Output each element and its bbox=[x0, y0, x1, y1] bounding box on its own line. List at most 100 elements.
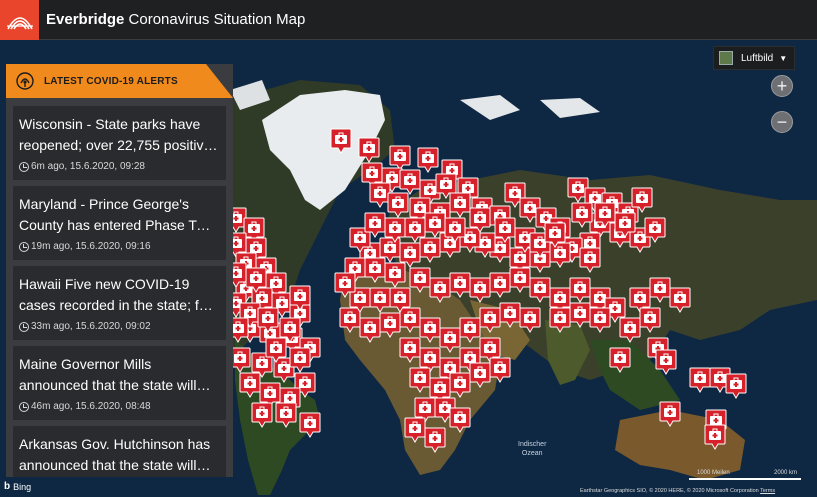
alert-pin[interactable] bbox=[544, 222, 566, 248]
alert-pin[interactable] bbox=[364, 257, 386, 283]
alert-pin[interactable] bbox=[509, 267, 531, 293]
alert-pin[interactable] bbox=[529, 277, 551, 303]
alert-pin[interactable] bbox=[649, 277, 671, 303]
medical-case-icon bbox=[359, 317, 381, 343]
aerial-thumbnail-icon bbox=[719, 51, 733, 65]
ocean-label-line1: Indischer bbox=[518, 441, 547, 448]
alert-text: Arkansas Gov. Hutchinson has announced t… bbox=[19, 436, 211, 473]
medical-case-icon bbox=[659, 401, 681, 427]
alert-pin[interactable] bbox=[609, 347, 631, 373]
alert-pin[interactable] bbox=[549, 307, 571, 333]
alerts-panel: LATEST COVID-19 ALERTS Wisconsin - State… bbox=[6, 64, 233, 477]
alert-pin[interactable] bbox=[419, 317, 441, 343]
alert-pin[interactable] bbox=[424, 212, 446, 238]
alert-pin[interactable] bbox=[469, 207, 491, 233]
medical-case-icon bbox=[549, 307, 571, 333]
zoom-in-button[interactable]: + bbox=[771, 75, 793, 97]
alert-pin[interactable] bbox=[364, 212, 386, 238]
alert-pin[interactable] bbox=[459, 317, 481, 343]
alert-pin[interactable] bbox=[334, 272, 356, 298]
alert-pin[interactable] bbox=[619, 317, 641, 343]
alert-text: Hawaii Five new COVID-19 cases recorded … bbox=[19, 276, 212, 313]
alert-pin[interactable] bbox=[449, 272, 471, 298]
alert-item[interactable]: Maine Governor Mills announced that the … bbox=[13, 346, 226, 420]
alert-pin[interactable] bbox=[489, 272, 511, 298]
medical-case-icon bbox=[245, 267, 267, 293]
alert-pin[interactable] bbox=[330, 128, 352, 154]
alert-pin[interactable] bbox=[569, 302, 591, 328]
alert-pin[interactable] bbox=[359, 317, 381, 343]
alert-pin[interactable] bbox=[479, 307, 501, 333]
zoom-out-button[interactable]: − bbox=[771, 111, 793, 133]
alert-pin[interactable] bbox=[725, 373, 747, 399]
alert-pin[interactable] bbox=[384, 262, 406, 288]
alert-pin[interactable] bbox=[299, 412, 321, 438]
medical-case-icon bbox=[479, 307, 501, 333]
medical-case-icon bbox=[449, 407, 471, 433]
alert-pin[interactable] bbox=[384, 217, 406, 243]
alert-pin[interactable] bbox=[409, 367, 431, 393]
alert-pin[interactable] bbox=[399, 337, 421, 363]
terms-link[interactable]: Terms bbox=[760, 488, 775, 494]
alert-pin[interactable] bbox=[569, 277, 591, 303]
alert-pin[interactable] bbox=[404, 217, 426, 243]
alert-pin[interactable] bbox=[659, 401, 681, 427]
alert-pin[interactable] bbox=[257, 307, 279, 333]
alert-pin[interactable] bbox=[589, 307, 611, 333]
alert-pin[interactable] bbox=[449, 407, 471, 433]
alert-item[interactable]: Wisconsin - State parks have reopened; o… bbox=[13, 106, 226, 180]
alert-pin[interactable] bbox=[594, 202, 616, 228]
medical-case-icon bbox=[459, 317, 481, 343]
alert-pin[interactable] bbox=[389, 287, 411, 313]
alert-pin[interactable] bbox=[387, 192, 409, 218]
alert-pin[interactable] bbox=[631, 187, 653, 213]
alert-pin[interactable] bbox=[369, 287, 391, 313]
caret-down-icon: ▼ bbox=[779, 53, 788, 63]
alert-pin[interactable] bbox=[409, 267, 431, 293]
alert-pin[interactable] bbox=[424, 427, 446, 453]
alert-pin[interactable] bbox=[639, 307, 661, 333]
alert-pin[interactable] bbox=[439, 327, 461, 353]
alert-pin[interactable] bbox=[655, 349, 677, 375]
medical-case-icon bbox=[289, 285, 311, 311]
alert-pin[interactable] bbox=[429, 277, 451, 303]
alert-pin[interactable] bbox=[499, 302, 521, 328]
medical-case-icon bbox=[569, 277, 591, 303]
alert-pin[interactable] bbox=[489, 357, 511, 383]
alert-pin[interactable] bbox=[519, 307, 541, 333]
alert-pin[interactable] bbox=[379, 312, 401, 338]
alert-pin[interactable] bbox=[449, 192, 471, 218]
alert-pin[interactable] bbox=[469, 277, 491, 303]
alert-pin[interactable] bbox=[494, 217, 516, 243]
alerts-panel-header[interactable]: LATEST COVID-19 ALERTS bbox=[6, 64, 233, 98]
alert-pin[interactable] bbox=[449, 372, 471, 398]
bing-label: Bing bbox=[13, 481, 32, 492]
everbridge-logo-icon[interactable] bbox=[0, 0, 39, 40]
alert-item[interactable]: Hawaii Five new COVID-19 cases recorded … bbox=[13, 266, 226, 340]
alert-pin[interactable] bbox=[239, 372, 261, 398]
medical-case-icon bbox=[384, 262, 406, 288]
alert-pin[interactable] bbox=[579, 247, 601, 273]
alert-pin[interactable] bbox=[404, 417, 426, 443]
alert-pin[interactable] bbox=[275, 402, 297, 428]
alert-item[interactable]: Arkansas Gov. Hutchinson has announced t… bbox=[13, 426, 226, 477]
medical-case-icon bbox=[279, 317, 301, 343]
alert-item[interactable]: Maryland - Prince George's County has en… bbox=[13, 186, 226, 260]
alert-pin[interactable] bbox=[251, 402, 273, 428]
alert-pin[interactable] bbox=[614, 212, 636, 238]
alert-pin[interactable] bbox=[279, 317, 301, 343]
alert-pin[interactable] bbox=[444, 217, 466, 243]
map-layer-button[interactable]: Luftbild ▼ bbox=[713, 46, 795, 70]
alert-pin[interactable] bbox=[469, 362, 491, 388]
alert-pin[interactable] bbox=[358, 137, 380, 163]
alert-pin[interactable] bbox=[689, 367, 711, 393]
alert-pin[interactable] bbox=[644, 217, 666, 243]
alert-pin[interactable] bbox=[245, 267, 267, 293]
medical-case-icon bbox=[589, 307, 611, 333]
alert-pin[interactable] bbox=[571, 202, 593, 228]
alert-pin[interactable] bbox=[669, 287, 691, 313]
alert-pin[interactable] bbox=[289, 285, 311, 311]
alert-pin[interactable] bbox=[289, 347, 311, 373]
bing-attribution[interactable]: b Bing bbox=[4, 481, 31, 492]
alert-pin[interactable] bbox=[704, 424, 726, 450]
